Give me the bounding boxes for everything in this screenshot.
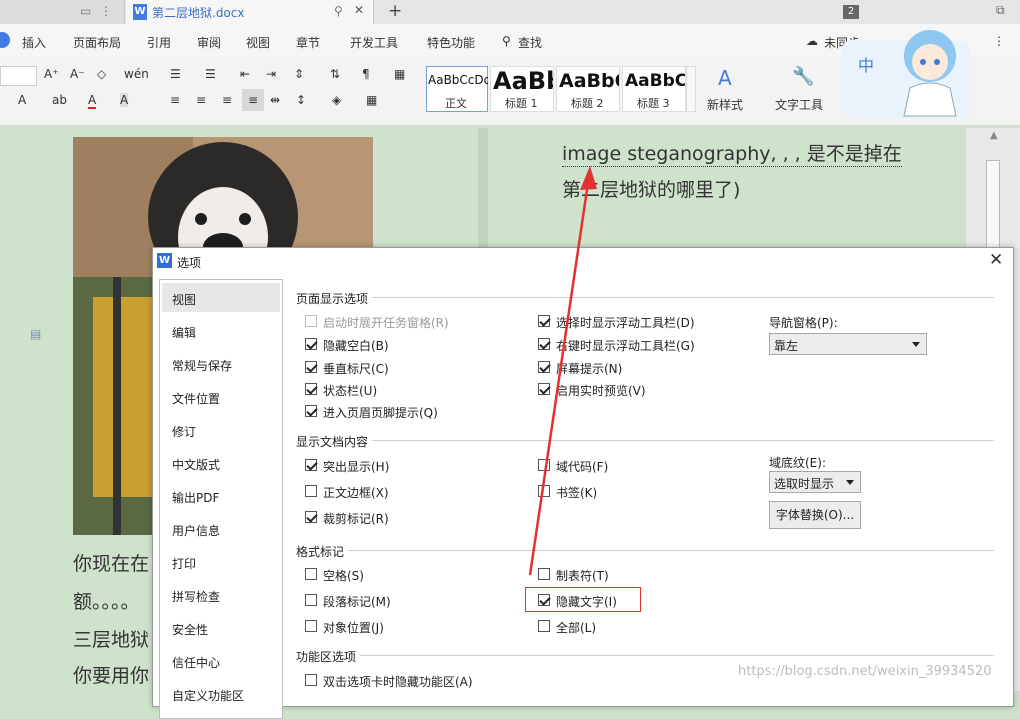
annotation-arrow bbox=[528, 166, 597, 576]
watermark: https://blog.csdn.net/weixin_39934520 bbox=[738, 664, 992, 679]
